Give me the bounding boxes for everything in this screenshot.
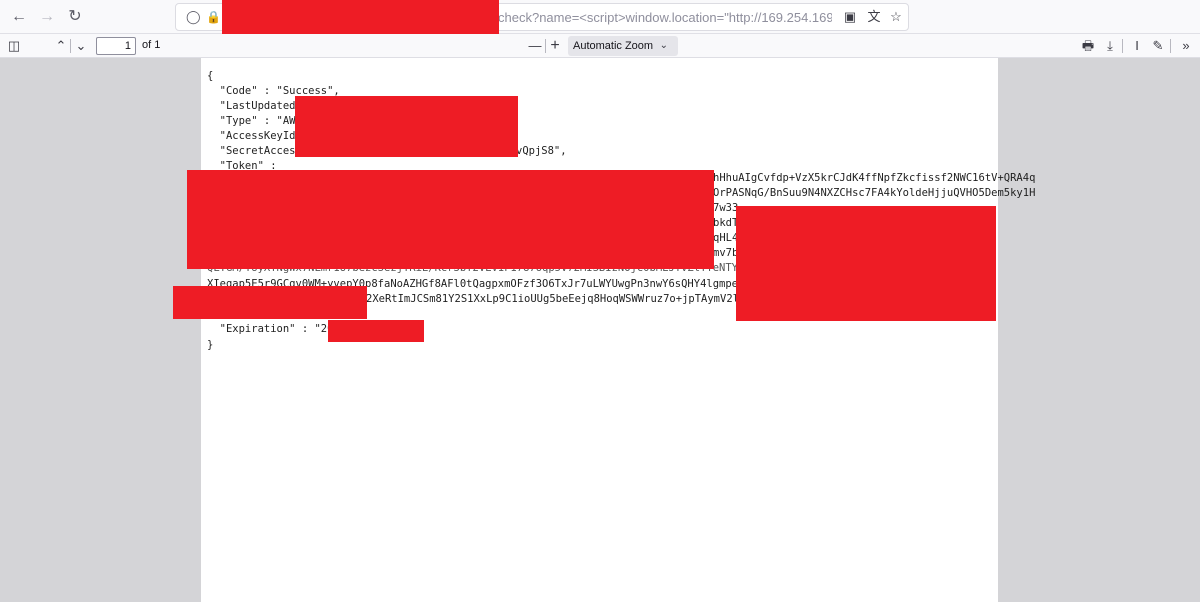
browser-toolbar: ← → ↻ ◯ 🔒 check?name=<script>window.loca…: [0, 0, 1200, 44]
tracking-shield-icon[interactable]: ◯: [186, 10, 201, 24]
json-line: "SecretAccessK: [207, 145, 309, 157]
redaction-box: [173, 286, 367, 319]
token-fragment: bkdT: [713, 217, 739, 229]
zoom-out-icon[interactable]: —: [528, 37, 542, 55]
zoom-in-icon[interactable]: +: [548, 37, 562, 55]
text-cursor-icon[interactable]: I: [1130, 37, 1144, 55]
back-arrow-icon[interactable]: ←: [8, 6, 30, 28]
next-page-icon[interactable]: ⌄: [74, 37, 88, 55]
toolbar-divider: [1122, 39, 1123, 53]
toolbar-divider: [70, 39, 71, 53]
json-line: "Type" : "AWS-: [207, 115, 309, 127]
token-fragment: qHL4: [713, 232, 739, 244]
token-fragment: mv7b: [713, 247, 739, 259]
save-icon[interactable]: ⤓: [1102, 37, 1118, 55]
translate-icon[interactable]: 文: [866, 9, 882, 25]
json-line: {: [207, 70, 214, 82]
page-number-input[interactable]: [96, 37, 136, 55]
redaction-box: [295, 96, 518, 157]
toolbar-divider: [545, 39, 546, 53]
token-fragment: hHhuAIgCvfdp+VzX5krCJdK4ffNpfZkcfissf2NW…: [713, 172, 1036, 184]
redaction-box: [328, 320, 424, 342]
json-line: }: [207, 339, 214, 351]
page-count: of 1: [142, 39, 161, 51]
token-fragment: 7w33: [713, 202, 739, 214]
previous-page-icon[interactable]: ⌃: [54, 37, 68, 55]
pdf-toolbar: ◫ ⌃ ⌄ of 1 — + Automatic Zoom ⌄ 🖶 ⤓ I ✎ …: [0, 34, 1200, 58]
reload-icon[interactable]: ↻: [64, 6, 86, 28]
lock-icon[interactable]: 🔒: [206, 10, 221, 24]
bookmark-star-icon[interactable]: ☆: [888, 9, 904, 25]
zoom-select-label: Automatic Zoom: [573, 40, 654, 52]
json-line: "AccessKeyId": [207, 130, 302, 142]
draw-pen-icon[interactable]: ✎: [1150, 37, 1166, 55]
forward-arrow-icon[interactable]: →: [36, 6, 58, 28]
url-text[interactable]: check?name=<script>window.location="http…: [498, 10, 832, 26]
sidebar-toggle-icon[interactable]: ◫: [6, 37, 22, 55]
more-tools-icon[interactable]: »: [1178, 37, 1194, 55]
pdf-viewer[interactable]: { "Code" : "Success", "LastUpdated" "Typ…: [0, 58, 1200, 602]
redaction-box: [187, 170, 714, 269]
json-line-fragment: vQpjS8",: [516, 145, 567, 157]
zoom-select[interactable]: Automatic Zoom ⌄: [568, 36, 678, 56]
json-line: "LastUpdated": [207, 100, 302, 112]
token-fragment: OrPASNqG/BnSuu9N4NXZCHsc7FA4kYoldeHjjuQV…: [713, 187, 1036, 199]
extension-grid-icon[interactable]: ▣: [842, 9, 858, 25]
json-line: "Expiration" : "2023: [207, 323, 347, 335]
redaction-box: [736, 206, 996, 321]
chevron-down-icon: ⌄: [659, 40, 668, 51]
toolbar-divider: [1170, 39, 1171, 53]
print-icon[interactable]: 🖶: [1080, 37, 1096, 55]
